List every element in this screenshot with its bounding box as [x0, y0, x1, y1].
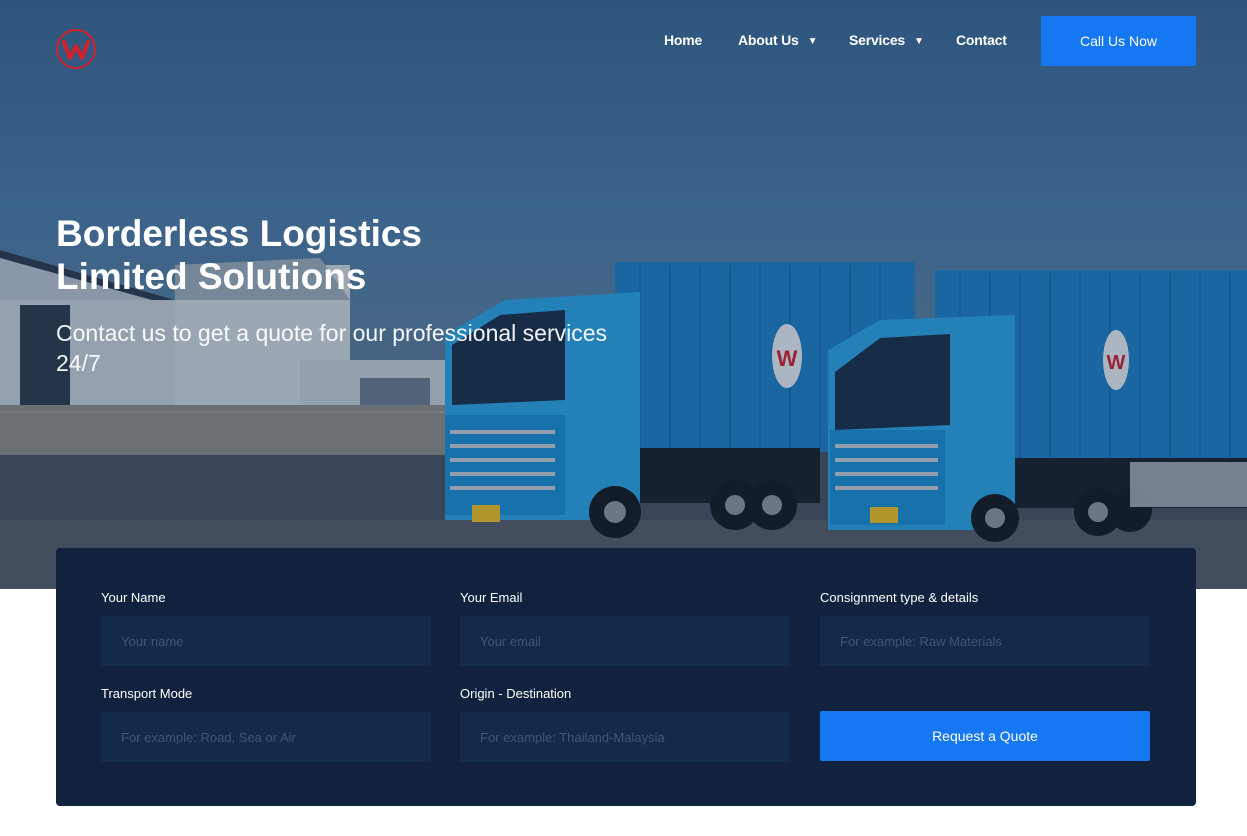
- consignment-input[interactable]: [820, 616, 1150, 666]
- hero-subtitle: Contact us to get a quote for our profes…: [56, 320, 608, 376]
- main-navigation: Home About Us ▼ Services ▼ Contact Call Us…: [0, 0, 1247, 82]
- email-input[interactable]: [460, 616, 790, 666]
- chevron-down-icon: ▼: [914, 36, 924, 47]
- origin-destination-input[interactable]: [460, 712, 790, 762]
- nav-contact-label: Contact: [956, 32, 1007, 48]
- nav-home-label: Home: [664, 32, 703, 48]
- nav-services[interactable]: Services ▼: [849, 32, 924, 48]
- consignment-label: Consignment type & details: [820, 590, 979, 605]
- name-input[interactable]: [101, 616, 431, 666]
- origin-destination-field-group: Origin - Destination: [460, 686, 790, 762]
- request-quote-button[interactable]: Request a Quote: [820, 711, 1150, 761]
- consignment-field-group: Consignment type & details: [820, 590, 1150, 666]
- hero-title-line1: Borderless Logistics: [56, 213, 423, 254]
- nav-about-us-label: About Us: [738, 32, 799, 48]
- name-label: Your Name: [101, 590, 166, 605]
- nav-services-label: Services: [849, 32, 906, 48]
- name-field-group: Your Name: [101, 590, 431, 666]
- transport-mode-input[interactable]: [101, 712, 431, 762]
- hero-title: Borderless Logistics Limited Solutions: [56, 212, 556, 298]
- transport-mode-field-group: Transport Mode: [101, 686, 431, 762]
- nav-home[interactable]: Home: [664, 32, 702, 48]
- chevron-down-icon: ▼: [807, 36, 818, 47]
- call-us-now-button[interactable]: Call Us Now: [1041, 16, 1196, 66]
- quote-form: Your Name Your Email Consignment type & …: [56, 548, 1196, 806]
- origin-destination-label: Origin - Destination: [460, 686, 572, 701]
- nav-contact[interactable]: Contact: [956, 32, 1007, 48]
- hero-title-line2: Limited Solutions: [56, 256, 367, 297]
- transport-mode-label: Transport Mode: [101, 686, 193, 701]
- nav-about-us[interactable]: About Us ▼: [738, 32, 818, 48]
- email-field-group: Your Email: [460, 590, 790, 666]
- email-label: Your Email: [460, 590, 523, 605]
